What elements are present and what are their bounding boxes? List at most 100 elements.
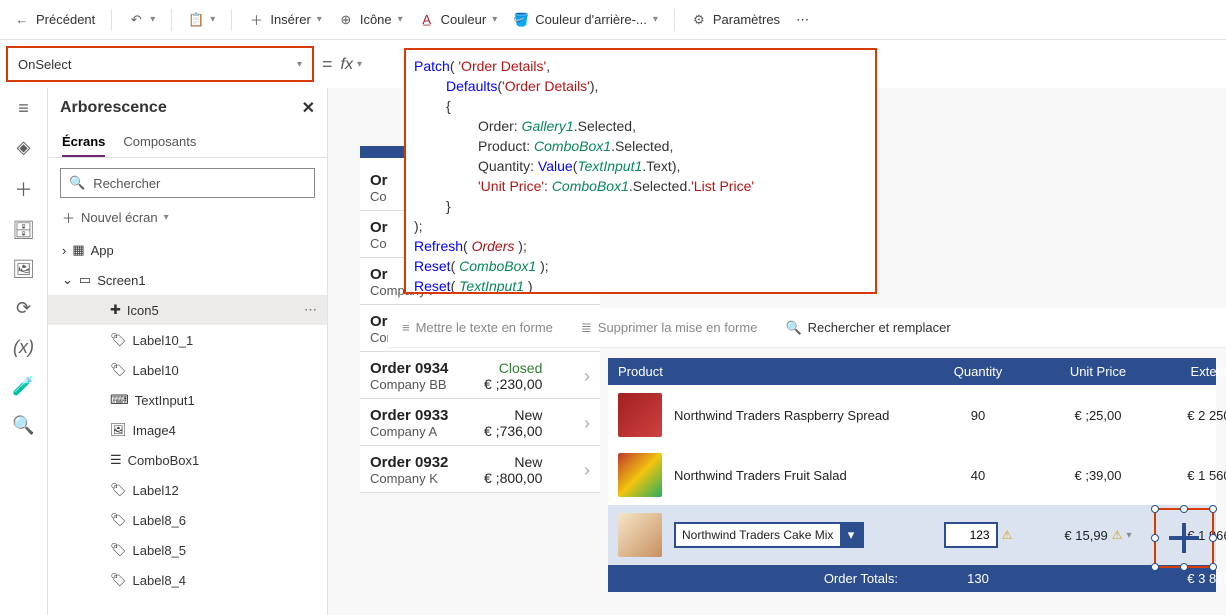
tree-node[interactable]: 🏷Label8_5 [48,535,327,565]
chevron-down-icon[interactable]: ▾ [840,524,862,546]
back-label: Précédent [36,12,95,27]
new-screen-button[interactable]: ＋ Nouvel écran ▾ [48,204,327,235]
warning-icon: ⚠ [1112,528,1123,542]
product-combobox[interactable]: Northwind Traders Cake Mix ▾ [674,522,864,548]
table-header: Product Quantity Unit Price Extended [608,358,1216,385]
close-icon[interactable]: ✕ [302,98,315,118]
tree-node[interactable]: 🏷Label10_1 [48,325,327,355]
menu-icon[interactable]: ≡ [18,98,29,119]
chevron-down-icon: ▾ [210,14,215,25]
color-label: Couleur [441,12,487,27]
tree-node[interactable]: ⌨TextInput1 [48,385,327,415]
tree-node-app[interactable]: ›▦App [48,235,327,265]
product-ext: € 1 560,00 [1158,468,1226,483]
paste-button[interactable]: 📋▾ [182,8,221,32]
smile-plus-icon: ⊕ [338,12,354,28]
order-row[interactable]: Order 0933Company ANew€ ;736,00› [360,399,600,446]
label-icon: 🏷 [110,332,127,348]
table-row-new[interactable]: Northwind Traders Cake Mix ▾ ⚠ € 15,99 ⚠… [608,505,1216,565]
tree-node[interactable]: 🏷Label10 [48,355,327,385]
textinput-icon: ⌨ [110,392,129,408]
icon-button[interactable]: ⊕Icône▾ [332,8,409,32]
command-bar: ← Précédent ↶▾ 📋▾ ＋Insérer▾ ⊕Icône▾ A̲Co… [0,0,1226,40]
order-row[interactable]: Order 0934Company BBClosed€ ;230,00› [360,352,600,399]
totals-label: Order Totals: [618,571,918,586]
undo-button[interactable]: ↶▾ [122,8,161,32]
tree-node[interactable]: 🖼Image4 [48,415,327,445]
back-button[interactable]: ← Précédent [8,8,101,32]
product-image [618,393,662,437]
product-image [618,453,662,497]
variables-icon[interactable]: (x) [13,337,34,358]
layers-icon[interactable]: ◈ [17,137,31,158]
add-icon[interactable]: ＋ [15,176,33,202]
tests-icon[interactable]: 🧪 [12,376,34,397]
tab-components[interactable]: Composants [123,128,196,157]
more-icon: ⋯ [796,12,809,28]
plus-icon: ＋ [62,208,75,227]
insert-button[interactable]: ＋Insérer▾ [242,8,328,32]
plus-icon: ＋ [248,12,264,28]
fx-icon[interactable]: fx [341,55,353,74]
chevron-right-icon: › [584,413,590,434]
chevron-down-icon: ▾ [297,59,302,70]
gear-icon: ⚙ [691,12,707,28]
tree-node[interactable]: 🏷Label12 [48,475,327,505]
icon-label: Icône [360,12,392,27]
flows-icon[interactable]: ⟳ [16,298,31,319]
search-placeholder: Rechercher [93,176,160,191]
tab-screens[interactable]: Écrans [62,128,105,157]
tree-node-icon5[interactable]: ✚Icon5⋯ [48,295,327,325]
order-details-table: Product Quantity Unit Price Extended Nor… [608,358,1216,592]
chevron-down-icon[interactable]: ▾ [357,59,362,70]
order-row[interactable]: Order 0932Company KNew€ ;800,00› [360,446,600,493]
label-icon: 🏷 [110,572,127,588]
settings-button[interactable]: ⚙Paramètres [685,8,786,32]
product-qty: 40 [918,468,1038,483]
insert-label: Insérer [270,12,310,27]
combobox-icon: ☰ [110,452,122,468]
search-icon[interactable]: 🔍 [12,415,34,436]
data-icon[interactable]: 🗄 [12,220,35,241]
product-name: Northwind Traders Fruit Salad [674,468,918,483]
product-image [618,513,662,557]
label-icon: 🏷 [110,542,127,558]
table-row[interactable]: Northwind Traders Fruit Salad 40 € ;39,0… [608,445,1216,505]
search-input[interactable]: 🔍 Rechercher [60,168,315,198]
tree-node[interactable]: 🏷Label8_4 [48,565,327,595]
tree-node-screen1[interactable]: ⌄▭Screen1 [48,265,327,295]
property-selector[interactable]: OnSelect ▾ [6,46,314,82]
table-row[interactable]: Northwind Traders Raspberry Spread 90 € … [608,385,1216,445]
indent-icon: ≡ [402,320,410,335]
totals-row: Order Totals: 130 € 3 810,00 [608,565,1216,592]
find-replace-button[interactable]: 🔍Rechercher et remplacer [785,320,950,336]
bg-color-button[interactable]: 🪣Couleur d'arrière-...▾ [507,8,664,32]
chevron-right-icon: › [584,366,590,387]
outdent-icon: ≣ [581,320,592,336]
remove-format-button[interactable]: ≣Supprimer la mise en forme [581,320,758,336]
search-icon: 🔍 [785,320,801,336]
clipboard-icon: 📋 [188,12,204,28]
bucket-icon: 🪣 [513,12,529,28]
add-icon-control[interactable] [1154,508,1214,568]
overflow-button[interactable]: ⋯ [790,8,815,32]
media-icon[interactable]: 🖼 [12,259,35,280]
font-color-icon: A̲ [419,12,435,28]
col-quantity: Quantity [918,364,1038,379]
product-price: € ;39,00 [1038,468,1158,483]
tree-node[interactable]: 🏷Label8_6 [48,505,327,535]
formula-editor[interactable]: Patch( 'Order Details', Defaults('Order … [404,48,877,294]
label-icon: 🏷 [110,482,127,498]
product-price: € ;25,00 [1038,408,1158,423]
tree-node[interactable]: ☰ComboBox1 [48,445,327,475]
color-button[interactable]: A̲Couleur▾ [413,8,504,32]
chevron-down-icon: ▾ [150,14,155,25]
format-text-button[interactable]: ≡Mettre le texte en forme [402,320,553,335]
property-name: OnSelect [18,57,71,72]
more-icon[interactable]: ⋯ [304,302,317,318]
new-screen-label: Nouvel écran [81,210,158,225]
chevron-down-icon: ▾ [653,14,658,25]
product-qty: 90 [918,408,1038,423]
totals-qty: 130 [918,571,1038,586]
quantity-input[interactable] [944,522,998,548]
